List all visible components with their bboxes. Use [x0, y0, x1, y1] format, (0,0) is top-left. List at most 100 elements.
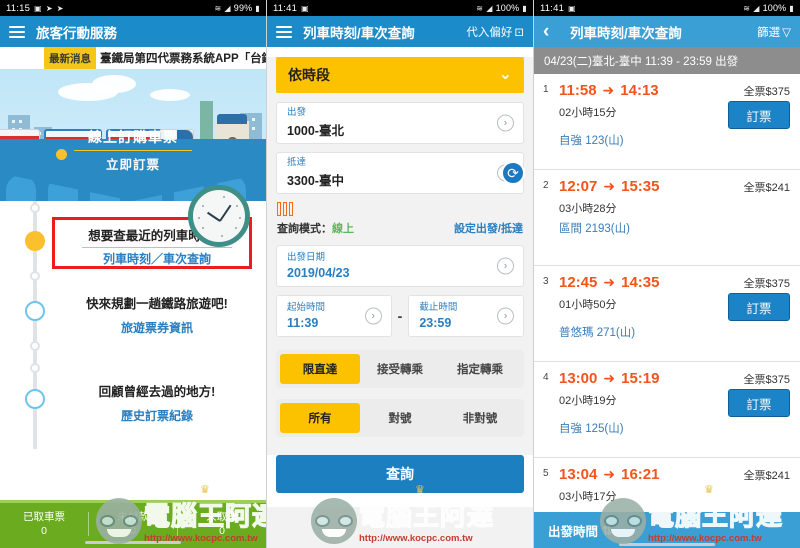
field-value: 3300-臺中 [287, 174, 344, 189]
table-row[interactable]: 5 13:04 ➜ 16:21 03小時17分 全票$241 [534, 458, 800, 518]
timeline-node [25, 389, 45, 409]
clock-icon [188, 185, 250, 247]
book-ticket-button[interactable]: 訂票 [728, 101, 790, 129]
segment-specify-transfer[interactable]: 指定轉乘 [440, 354, 520, 384]
image-icon: ▣ [568, 3, 576, 13]
results-list: 1 11:58 ➜ 14:13 02小時15分 自強 123(山) 全票$375… [534, 74, 800, 518]
timeline-question: 回顧曾經去過的地方! [98, 385, 216, 399]
timeline-dot [30, 341, 40, 351]
stat-label: 未付款 [117, 510, 149, 523]
timeline-dot [30, 363, 40, 373]
row-train-name[interactable]: 自強 125(山) [559, 420, 790, 436]
timeline-item-travel-info[interactable]: 快來規劃一趟鐵路旅遊吧! 旅遊票券資訊 [58, 293, 256, 336]
timeline-dot [30, 271, 40, 281]
ticket-stat-unpaid[interactable]: 未付款 0 [89, 510, 177, 538]
map-icon[interactable] [277, 202, 293, 216]
hero-text-group[interactable]: 線上訂購車票 立即訂票 [0, 127, 266, 173]
query-mode-row: 查詢模式：線上 設定出發/抵達 [277, 220, 523, 236]
page-title: 列車時刻/車次查詢 [303, 25, 415, 41]
search-button-area: 查詢 [267, 455, 533, 507]
news-text: 臺鐵局第四代票務系統APP「台鐵e [100, 53, 266, 65]
row-train-name[interactable]: 自強 123(山) [559, 132, 790, 148]
ticket-stat-uncollected[interactable]: 未取票 0 [178, 510, 266, 538]
chevron-down-icon[interactable]: ⌄ [499, 67, 512, 83]
send-icon: ➤ [45, 3, 53, 13]
field-value: 2019/04/23 [287, 265, 350, 280]
stat-label: 已取車票 [23, 510, 65, 523]
news-tag: 最新消息 [44, 47, 96, 69]
book-ticket-button[interactable]: 訂票 [728, 293, 790, 321]
screen-search-form: 11:41 ▣ ≋ ◢ 100% ▮ 列車時刻/車次查詢 代入偏好 ⊡ 依時段 … [266, 0, 533, 548]
table-row[interactable]: 4 13:00 ➜ 15:19 02小時19分 自強 125(山) 全票$375… [534, 362, 800, 458]
segment-accept-transfer[interactable]: 接受轉乘 [360, 354, 440, 384]
departure-date-field[interactable]: 出發日期 2019/04/23 › [276, 245, 524, 287]
section-header-by-time[interactable]: 依時段 ⌄ [276, 57, 524, 93]
table-row[interactable]: 1 11:58 ➜ 14:13 02小時15分 自強 123(山) 全票$375… [534, 74, 800, 170]
row-index: 2 [543, 180, 549, 191]
app-bar-2: 列車時刻/車次查詢 代入偏好 ⊡ [267, 16, 533, 47]
chevron-right-icon[interactable]: › [364, 307, 382, 325]
arrow-right-icon: ➜ [603, 274, 616, 290]
row-index: 5 [543, 468, 549, 479]
row-train-name[interactable]: 普悠瑪 271(山) [559, 324, 790, 340]
preference-button[interactable]: 代入偏好 ⊡ [466, 24, 524, 40]
section-header-label: 依時段 [288, 67, 330, 83]
back-arrow-icon[interactable]: ‹ [543, 22, 559, 41]
timeline-action-link[interactable]: 歷史訂票紀錄 [58, 407, 256, 424]
mode-value: 線上 [332, 223, 354, 235]
book-ticket-button[interactable]: 訂票 [728, 389, 790, 417]
start-time-field[interactable]: 起始時間 11:39 › [276, 295, 392, 337]
departure-station-field[interactable]: 出發 1000-臺北 › [276, 102, 524, 144]
arrow-right-icon: ➜ [603, 466, 616, 482]
chevron-right-icon[interactable]: › [497, 307, 515, 325]
hero-divider [74, 150, 192, 151]
segment-direct-only[interactable]: 限直達 [280, 354, 360, 384]
transfer-segmented-control: 限直達 接受轉乘 指定轉乘 [276, 350, 524, 388]
chevron-right-icon[interactable]: › [497, 114, 514, 132]
end-time-field[interactable]: 截止時間 23:59 › [408, 295, 525, 337]
row-train-name[interactable]: 區間 2193(山) [559, 220, 790, 236]
battery-icon: ▮ [789, 3, 794, 13]
chevron-right-icon[interactable]: › [497, 257, 514, 275]
table-row[interactable]: 2 12:07 ➜ 15:35 03小時28分 區間 2193(山) 全票$24… [534, 170, 800, 266]
timeline-section: 想要查最近的列車時間？ 列車時刻／車次查詢 快來規劃一趟鐵路旅遊吧! 旅遊票券資… [0, 185, 266, 449]
timeline-node-top [56, 149, 67, 160]
timeline-action-link[interactable]: 列車時刻／車次查詢 [58, 250, 256, 267]
time-range-row: 起始時間 11:39 › - 截止時間 23:59 › [276, 295, 525, 337]
dropdown-box-icon: ⊡ [514, 26, 524, 39]
timeline-item-history[interactable]: 回顧曾經去過的地方! 歷史訂票紀錄 [58, 381, 256, 424]
ticket-stat-taken[interactable]: 已取車票 0 [0, 510, 88, 538]
search-button[interactable]: 查詢 [276, 455, 524, 493]
battery-percent: 100% [762, 3, 787, 13]
sync-icon[interactable]: ⟳ [501, 161, 525, 185]
field-label: 抵達 [287, 156, 307, 168]
segment-all[interactable]: 所有 [280, 403, 360, 433]
set-od-link[interactable]: 設定出發/抵達 [454, 220, 523, 236]
hamburger-icon[interactable] [9, 25, 25, 38]
segment-non-reserved[interactable]: 非對號 [440, 403, 520, 433]
status-time: 11:15 [6, 2, 31, 14]
arrive-time: 14:13 [620, 82, 659, 99]
timeline-action-link[interactable]: 旅遊票券資訊 [58, 319, 256, 336]
seat-segmented-control: 所有 對號 非對號 [276, 399, 524, 437]
table-row[interactable]: 3 12:45 ➜ 14:35 01小時50分 普悠瑪 271(山) 全票$37… [534, 266, 800, 362]
sort-icon[interactable]: ⇅ [602, 523, 612, 538]
nav-pill [85, 541, 181, 544]
row-duration: 03小時17分 [559, 491, 617, 503]
hero-subtitle: 立即訂票 [105, 158, 160, 172]
filter-button[interactable]: 篩選 ▽ [757, 24, 791, 40]
signal-icon: ◢ [224, 3, 231, 13]
filter-icon: ▽ [782, 26, 791, 39]
form-fields: 出發 1000-臺北 › 抵達 3300-臺中 › ⟳ 查詢模式：線上 [267, 93, 533, 337]
sort-label: 出發時間 [548, 524, 599, 539]
arrival-station-field[interactable]: 抵達 3300-臺中 › [276, 152, 524, 194]
hamburger-icon[interactable] [276, 25, 292, 38]
row-index: 1 [543, 84, 549, 95]
query-mode-label: 查詢模式：線上 [277, 220, 354, 236]
image-icon: ▣ [34, 3, 42, 13]
segment-reserved[interactable]: 對號 [360, 403, 440, 433]
screen-results: 11:41 ▣ ≋ ◢ 100% ▮ ‹ 列車時刻/車次查詢 篩選 ▽ 04/2… [533, 0, 800, 548]
status-bar-2: 11:41 ▣ ≋ ◢ 100% ▮ [267, 0, 533, 16]
sort-bar[interactable]: 出發時間 ⇅ [534, 512, 800, 548]
news-ticker[interactable]: 最新消息 臺鐵局第四代票務系統APP「台鐵e [0, 47, 266, 69]
